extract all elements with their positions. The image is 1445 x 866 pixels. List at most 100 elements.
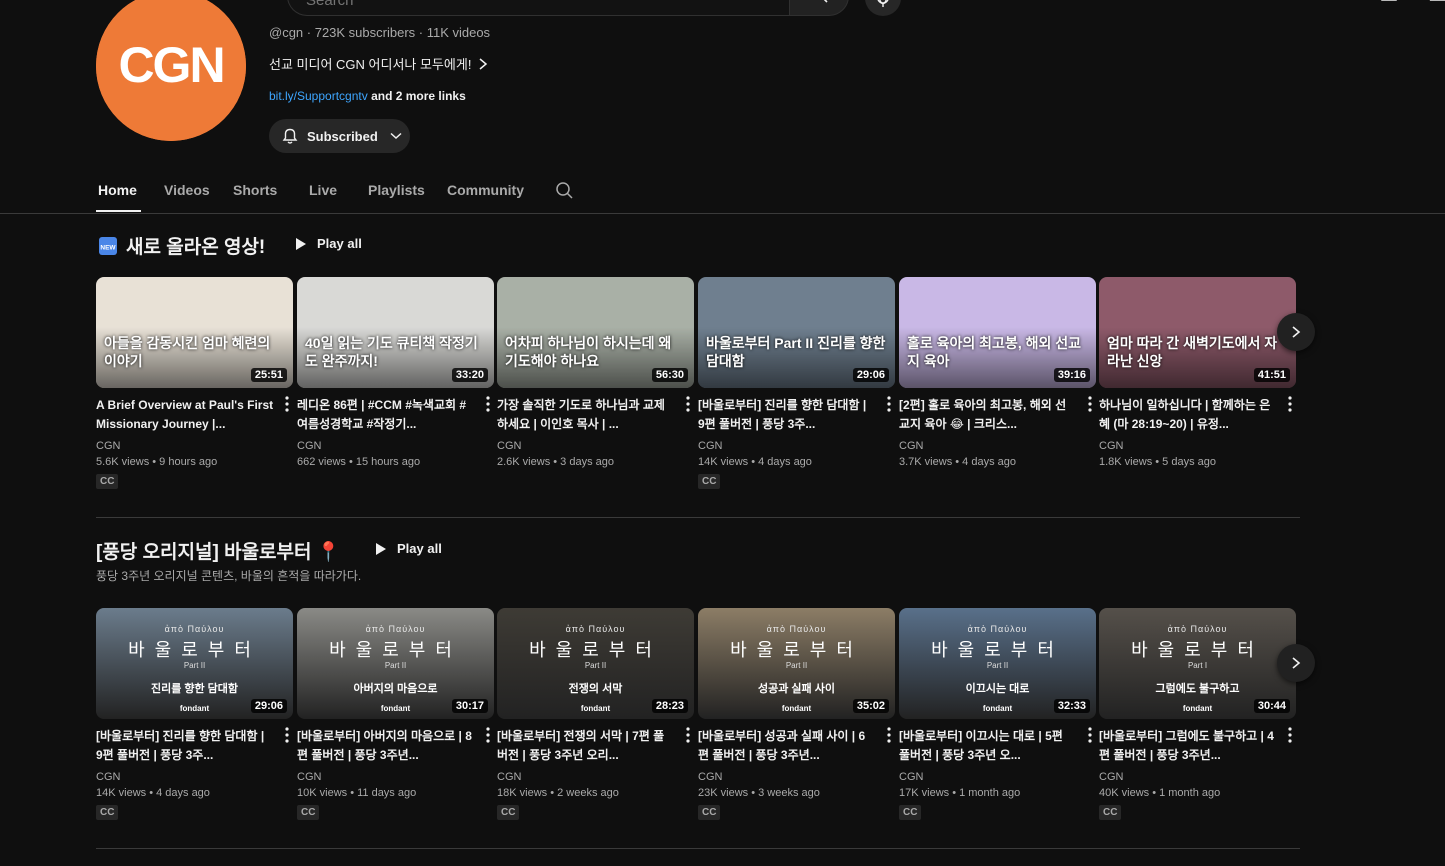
series-title: 바울로부터 xyxy=(529,640,662,660)
video-thumbnail[interactable]: 아들을 감동시킨 엄마 혜련의 이야기 25:51 xyxy=(96,277,293,388)
video-thumbnail[interactable]: ἀπὸ Παύλου 바울로부터 Part II 성공과 실패 사이 fondant 35… xyxy=(698,608,895,719)
section-divider xyxy=(96,848,1300,849)
episode-caption: 성공과 실패 사이 xyxy=(758,683,835,695)
video-channel[interactable]: CGN xyxy=(698,440,895,452)
episode-caption: 진리를 향한 담대함 xyxy=(150,683,239,695)
video-channel[interactable]: CGN xyxy=(96,440,293,452)
video-title[interactable]: [바울로부터] 이끄시는 대로 | 5편 풀버전 | 풍당 3주년 오... xyxy=(899,727,1077,765)
video-channel[interactable]: CGN xyxy=(1099,440,1296,452)
video-title[interactable]: 하나님이 일하십니다 | 함께하는 은혜 (마 28:19~20) | 유정..… xyxy=(1099,396,1277,434)
video-card[interactable]: ἀπὸ Παύλου 바울로부터 Part II 성공과 실패 사이 fondant 35… xyxy=(698,608,895,820)
video-thumbnail[interactable]: ἀπὸ Παύλου 바울로부터 Part II 아버지의 마음으로 fondant 30… xyxy=(297,608,494,719)
video-thumbnail[interactable]: 40일 읽는 기도 큐티책 작정기도 완주까지! 33:20 xyxy=(297,277,494,388)
video-channel[interactable]: CGN xyxy=(297,771,494,783)
tab-active-indicator xyxy=(96,210,141,212)
more-options-icon[interactable] xyxy=(883,725,895,745)
video-channel[interactable]: CGN xyxy=(899,771,1096,783)
more-options-icon[interactable] xyxy=(1284,725,1296,745)
video-card[interactable]: ἀπὸ Παύλου 바울로부터 Part II 아버지의 마음으로 fondant 30… xyxy=(297,608,494,820)
video-title[interactable]: [바울로부터] 성공과 실패 사이 | 6편 풀버전 | 풍당 3주년... xyxy=(698,727,876,765)
search-button[interactable] xyxy=(789,0,849,16)
voice-search-button[interactable] xyxy=(865,0,901,16)
video-title[interactable]: A Brief Overview at Paul's First Mission… xyxy=(96,396,274,434)
video-card[interactable]: 어차피 하나님이 하시는데 왜 기도해야 하나요 56:30 가장 솔직한 기도로 … xyxy=(497,277,694,468)
video-card[interactable]: ἀπὸ Παύλου 바울로부터 Part II 전쟁의 서막 fondant 28:23… xyxy=(497,608,694,820)
cc-badge: CC xyxy=(96,474,119,489)
more-options-icon[interactable] xyxy=(281,725,293,745)
video-thumbnail[interactable]: 홀로 육아의 최고봉, 해외 선교지 육아 39:16 xyxy=(899,277,1096,388)
video-channel[interactable]: CGN xyxy=(497,440,694,452)
search-input[interactable] xyxy=(304,0,748,18)
video-card[interactable]: 아들을 감동시킨 엄마 혜련의 이야기 25:51 A Brief Overview… xyxy=(96,277,293,489)
video-title[interactable]: [바울로부터] 아버지의 마음으로 | 8편 풀버전 | 풍당 3주년... xyxy=(297,727,475,765)
tab-community[interactable]: Community xyxy=(447,182,524,198)
section-title-series[interactable]: [풍당 오리지널] 바울로부터 📍 xyxy=(96,537,340,564)
more-links[interactable]: and 2 more links xyxy=(371,89,466,103)
search-box[interactable] xyxy=(287,0,789,18)
section-title-new[interactable]: NEW 새로 올라온 영상! xyxy=(98,232,265,259)
video-duration: 29:06 xyxy=(852,368,889,382)
video-channel[interactable]: CGN xyxy=(899,440,1096,452)
tab-home[interactable]: Home xyxy=(98,182,137,198)
video-title[interactable]: [바울로부터] 전쟁의 서막 | 7편 풀버전 | 풍당 3주년 오리... xyxy=(497,727,675,765)
series-part: Part II xyxy=(986,661,1009,670)
video-thumbnail[interactable]: ἀπὸ Παύλου 바울로부터 Part II 이끄시는 대로 fondant 32:3… xyxy=(899,608,1096,719)
video-title[interactable]: [2편] 홀로 육아의 최고봉, 해외 선교지 육아 😂 | 크리스... xyxy=(899,396,1077,434)
tab-playlists[interactable]: Playlists xyxy=(368,182,425,198)
channel-description[interactable]: 선교 미디어 CGN 어디서나 모두에게! xyxy=(269,54,489,73)
shelf-next-button[interactable] xyxy=(1277,313,1315,351)
tab-live[interactable]: Live xyxy=(309,182,337,198)
more-options-icon[interactable] xyxy=(482,725,494,745)
more-options-icon[interactable] xyxy=(482,394,494,414)
video-card[interactable]: 바울로부터 Part II 진리를 향한 담대함 29:06 [바울로부터] 진리를… xyxy=(698,277,895,489)
video-title[interactable]: 가장 솔직한 기도로 하나님과 교제하세요 | 이인호 목사 | ... xyxy=(497,396,675,434)
notifications-icon[interactable] xyxy=(1428,0,1445,8)
video-card[interactable]: ἀπὸ Παύλου 바울로부터 Part II 이끄시는 대로 fondant 32:3… xyxy=(899,608,1096,820)
episode-caption: 그럼에도 불구하고 xyxy=(1155,683,1240,695)
video-channel[interactable]: CGN xyxy=(698,771,895,783)
create-icon[interactable] xyxy=(1381,0,1401,8)
more-options-icon[interactable] xyxy=(1084,394,1096,414)
channel-link[interactable]: bit.ly/Supportcgntv xyxy=(269,89,368,103)
video-title[interactable]: 레디온 86편 | #CCM #녹색교회 #여름성경학교 #작정기... xyxy=(297,396,475,434)
section-title-text: [풍당 오리지널] 바울로부터 📍 xyxy=(96,542,341,563)
tab-search-icon[interactable] xyxy=(555,181,575,201)
video-thumbnail[interactable]: 바울로부터 Part II 진리를 향한 담대함 29:06 xyxy=(698,277,895,388)
video-channel[interactable]: CGN xyxy=(1099,771,1296,783)
more-options-icon[interactable] xyxy=(1284,394,1296,414)
more-options-icon[interactable] xyxy=(883,394,895,414)
video-thumbnail[interactable]: 엄마 따라 간 새벽기도에서 자라난 신앙 41:51 xyxy=(1099,277,1296,388)
video-title[interactable]: [바울로부터] 그럼에도 불구하고 | 4편 풀버전 | 풍당 3주년... xyxy=(1099,727,1277,765)
video-card[interactable]: ἀπὸ Παύλου 바울로부터 Part II 진리를 향한 담대함 fondant 2… xyxy=(96,608,293,820)
video-title[interactable]: [바울로부터] 진리를 향한 담대함 | 9편 풀버전 | 풍당 3주... xyxy=(698,396,876,434)
video-channel[interactable]: CGN xyxy=(497,771,694,783)
series-greek-title: ἀπὸ Παύλου xyxy=(164,624,225,634)
more-options-icon[interactable] xyxy=(281,394,293,414)
video-channel[interactable]: CGN xyxy=(297,440,494,452)
play-all-label: Play all xyxy=(397,541,442,556)
video-thumbnail[interactable]: ἀπὸ Παύλου 바울로부터 Part I 그럼에도 불구하고 fondant 30:… xyxy=(1099,608,1296,719)
series-part: Part II xyxy=(785,661,808,670)
video-thumbnail[interactable]: ἀπὸ Παύλου 바울로부터 Part II 전쟁의 서막 fondant 28:23 xyxy=(497,608,694,719)
tab-shorts[interactable]: Shorts xyxy=(233,182,277,198)
more-options-icon[interactable] xyxy=(1084,725,1096,745)
svg-text:NEW: NEW xyxy=(100,244,116,251)
video-card[interactable]: ἀπὸ Παύλου 바울로부터 Part I 그럼에도 불구하고 fondant 30:… xyxy=(1099,608,1296,820)
tab-videos[interactable]: Videos xyxy=(164,182,210,198)
video-thumbnail[interactable]: 어차피 하나님이 하시는데 왜 기도해야 하나요 56:30 xyxy=(497,277,694,388)
video-title[interactable]: [바울로부터] 진리를 향한 담대함 | 9편 풀버전 | 풍당 3주... xyxy=(96,727,274,765)
play-all-label: Play all xyxy=(317,236,362,251)
play-all-button[interactable]: Play all xyxy=(295,236,362,251)
video-card[interactable]: 40일 읽는 기도 큐티책 작정기도 완주까지! 33:20 레디온 86편 | #… xyxy=(297,277,494,468)
video-thumbnail[interactable]: ἀπὸ Παύλου 바울로부터 Part II 진리를 향한 담대함 fondant 2… xyxy=(96,608,293,719)
shelf-next-button[interactable] xyxy=(1277,644,1315,682)
play-all-button[interactable]: Play all xyxy=(375,541,442,556)
channel-avatar[interactable]: CGN xyxy=(96,0,246,141)
chevron-right-icon xyxy=(1292,326,1301,338)
more-options-icon[interactable] xyxy=(682,394,694,414)
video-card[interactable]: 홀로 육아의 최고봉, 해외 선교지 육아 39:16 [2편] 홀로 육아의 최고… xyxy=(899,277,1096,468)
video-card[interactable]: 엄마 따라 간 새벽기도에서 자라난 신앙 41:51 하나님이 일하십니다 | 함… xyxy=(1099,277,1296,468)
subscribed-button[interactable]: Subscribed xyxy=(269,119,410,153)
more-options-icon[interactable] xyxy=(682,725,694,745)
video-channel[interactable]: CGN xyxy=(96,771,293,783)
